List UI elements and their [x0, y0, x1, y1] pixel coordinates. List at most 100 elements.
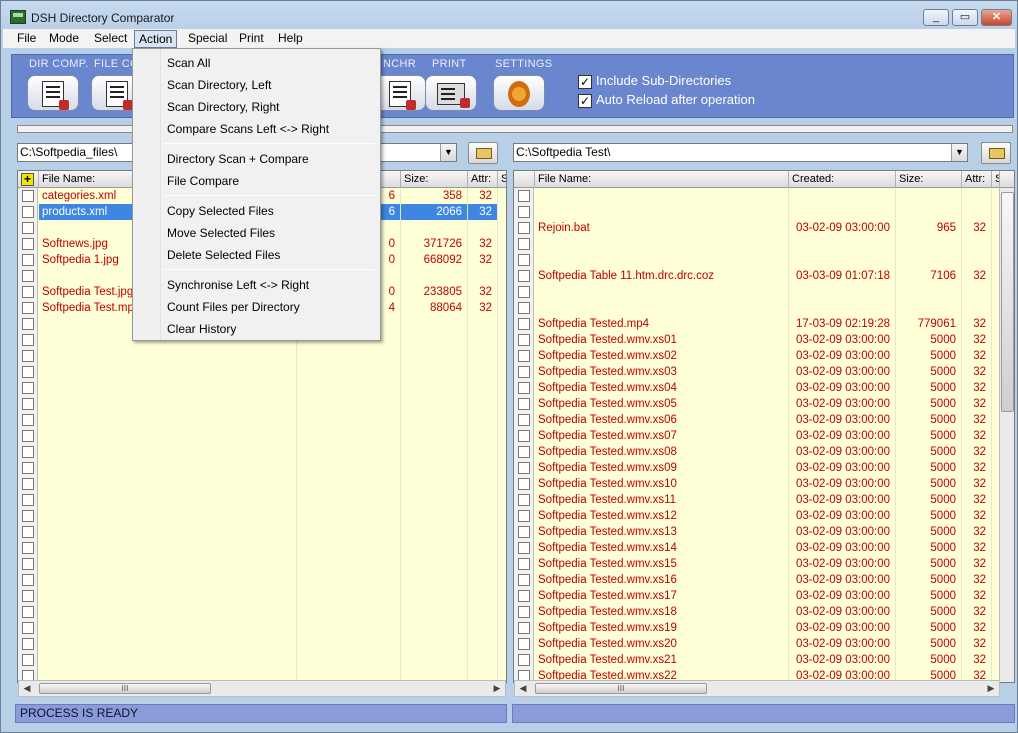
table-row[interactable] — [18, 476, 506, 492]
table-row[interactable] — [18, 412, 506, 428]
row-checkbox[interactable] — [518, 446, 530, 458]
table-row[interactable]: Softpedia Tested.mp4 17-03-09 02:19:28 779… — [514, 316, 999, 332]
row-checkbox[interactable] — [518, 366, 530, 378]
row-checkbox[interactable] — [22, 446, 34, 458]
table-row[interactable] — [18, 588, 506, 604]
row-checkbox[interactable] — [22, 526, 34, 538]
menu-mode[interactable]: Mode — [45, 30, 83, 48]
table-row[interactable] — [18, 636, 506, 652]
row-checkbox[interactable] — [518, 302, 530, 314]
table-row[interactable] — [18, 492, 506, 508]
row-checkbox[interactable] — [518, 430, 530, 442]
row-checkbox[interactable] — [22, 494, 34, 506]
table-row[interactable]: Softpedia Tested.wmv.xs09 03-02-09 03:00:… — [514, 460, 999, 476]
table-row[interactable] — [18, 444, 506, 460]
row-checkbox[interactable] — [22, 478, 34, 490]
row-checkbox[interactable] — [518, 414, 530, 426]
row-checkbox[interactable] — [518, 510, 530, 522]
row-checkbox[interactable] — [518, 270, 530, 282]
table-row[interactable] — [18, 652, 506, 668]
left-header-extra[interactable]: S — [498, 171, 506, 188]
chevron-down-icon[interactable]: ▼ — [951, 144, 967, 161]
right-vscroll-thumb[interactable] — [1001, 192, 1014, 412]
row-checkbox[interactable] — [22, 318, 34, 330]
table-row[interactable] — [18, 620, 506, 636]
table-row[interactable]: Softpedia Tested.wmv.xs18 03-02-09 03:00:… — [514, 604, 999, 620]
table-row[interactable]: Softpedia Tested.wmv.xs11 03-02-09 03:00:… — [514, 492, 999, 508]
row-checkbox[interactable] — [22, 510, 34, 522]
menu-item-count-files[interactable]: Count Files per Directory — [135, 296, 378, 318]
row-checkbox[interactable] — [22, 334, 34, 346]
row-checkbox[interactable] — [518, 542, 530, 554]
table-row[interactable]: Softpedia Tested.wmv.xs17 03-02-09 03:00:… — [514, 588, 999, 604]
include-subdirs-checkbox[interactable]: ✓ — [578, 75, 592, 89]
table-row[interactable] — [514, 284, 999, 300]
dir-compare-button[interactable] — [27, 75, 79, 111]
row-checkbox[interactable] — [518, 494, 530, 506]
plus-icon[interactable]: + — [21, 173, 34, 186]
row-checkbox[interactable] — [22, 270, 34, 282]
row-checkbox[interactable] — [518, 398, 530, 410]
table-row[interactable]: Softpedia Table 11.htm.drc.drc.coz 03-03-… — [514, 268, 999, 284]
table-row[interactable]: Rejoin.bat 03-02-09 03:00:00 965 32 — [514, 220, 999, 236]
table-row[interactable] — [18, 572, 506, 588]
row-checkbox[interactable] — [518, 590, 530, 602]
table-row[interactable]: Softpedia Tested.wmv.xs06 03-02-09 03:00:… — [514, 412, 999, 428]
right-path-combobox[interactable]: C:\Softpedia Test\ ▼ — [513, 143, 968, 162]
table-row[interactable]: Softpedia Tested.wmv.xs14 03-02-09 03:00:… — [514, 540, 999, 556]
row-checkbox[interactable] — [22, 206, 34, 218]
menu-item-delete-selected[interactable]: Delete Selected Files — [135, 244, 378, 266]
scroll-left-icon[interactable]: ◀ — [20, 682, 34, 695]
row-checkbox[interactable] — [22, 382, 34, 394]
left-browse-button[interactable] — [468, 142, 498, 164]
row-checkbox[interactable] — [22, 542, 34, 554]
close-button[interactable]: ✕ — [981, 9, 1012, 26]
row-checkbox[interactable] — [22, 462, 34, 474]
right-vertical-scrollbar[interactable] — [999, 188, 1014, 682]
scroll-left-icon[interactable]: ◀ — [516, 682, 530, 695]
row-checkbox[interactable] — [22, 398, 34, 410]
row-checkbox[interactable] — [22, 414, 34, 426]
right-header-created[interactable]: Created: — [789, 171, 896, 188]
auto-reload-checkbox[interactable]: ✓ — [578, 94, 592, 108]
table-row[interactable] — [514, 300, 999, 316]
row-checkbox[interactable] — [518, 238, 530, 250]
left-horizontal-scrollbar[interactable]: ◀ III ▶ — [18, 680, 506, 697]
row-checkbox[interactable] — [22, 254, 34, 266]
scroll-right-icon[interactable]: ▶ — [490, 682, 504, 695]
table-row[interactable]: Softpedia Tested.wmv.xs20 03-02-09 03:00:… — [514, 636, 999, 652]
right-browse-button[interactable] — [981, 142, 1011, 164]
right-horizontal-scrollbar[interactable]: ◀ III ▶ — [514, 680, 1000, 697]
row-checkbox[interactable] — [518, 606, 530, 618]
row-checkbox[interactable] — [518, 622, 530, 634]
row-checkbox[interactable] — [22, 302, 34, 314]
table-row[interactable]: Softpedia Tested.wmv.xs15 03-02-09 03:00:… — [514, 556, 999, 572]
table-row[interactable] — [18, 396, 506, 412]
menu-file[interactable]: File — [13, 30, 40, 48]
row-checkbox[interactable] — [22, 238, 34, 250]
row-checkbox[interactable] — [22, 622, 34, 634]
row-checkbox[interactable] — [518, 478, 530, 490]
menu-item-clear-history[interactable]: Clear History — [135, 318, 378, 340]
menu-item-scan-all[interactable]: Scan All — [135, 52, 378, 74]
table-row[interactable]: Softpedia Tested.wmv.xs12 03-02-09 03:00:… — [514, 508, 999, 524]
right-header-filename[interactable]: File Name: — [535, 171, 789, 188]
right-header-extra[interactable]: S — [992, 171, 1000, 188]
row-checkbox[interactable] — [518, 254, 530, 266]
table-row[interactable]: Softpedia Tested.wmv.xs13 03-02-09 03:00:… — [514, 524, 999, 540]
chevron-down-icon[interactable]: ▼ — [440, 144, 456, 161]
right-scroll-thumb[interactable]: III — [535, 683, 707, 694]
menu-print[interactable]: Print — [235, 30, 268, 48]
table-row[interactable]: Softpedia Tested.wmv.xs08 03-02-09 03:00:… — [514, 444, 999, 460]
menu-help[interactable]: Help — [274, 30, 307, 48]
right-header-attr[interactable]: Attr: — [962, 171, 992, 188]
row-checkbox[interactable] — [518, 462, 530, 474]
row-checkbox[interactable] — [22, 574, 34, 586]
table-row[interactable] — [514, 204, 999, 220]
table-row[interactable]: Softpedia Tested.wmv.xs07 03-02-09 03:00:… — [514, 428, 999, 444]
table-row[interactable] — [18, 460, 506, 476]
menu-item-scan-left[interactable]: Scan Directory, Left — [135, 74, 378, 96]
menu-item-move-selected[interactable]: Move Selected Files — [135, 222, 378, 244]
right-header-size[interactable]: Size: — [896, 171, 962, 188]
settings-button[interactable] — [493, 75, 545, 111]
